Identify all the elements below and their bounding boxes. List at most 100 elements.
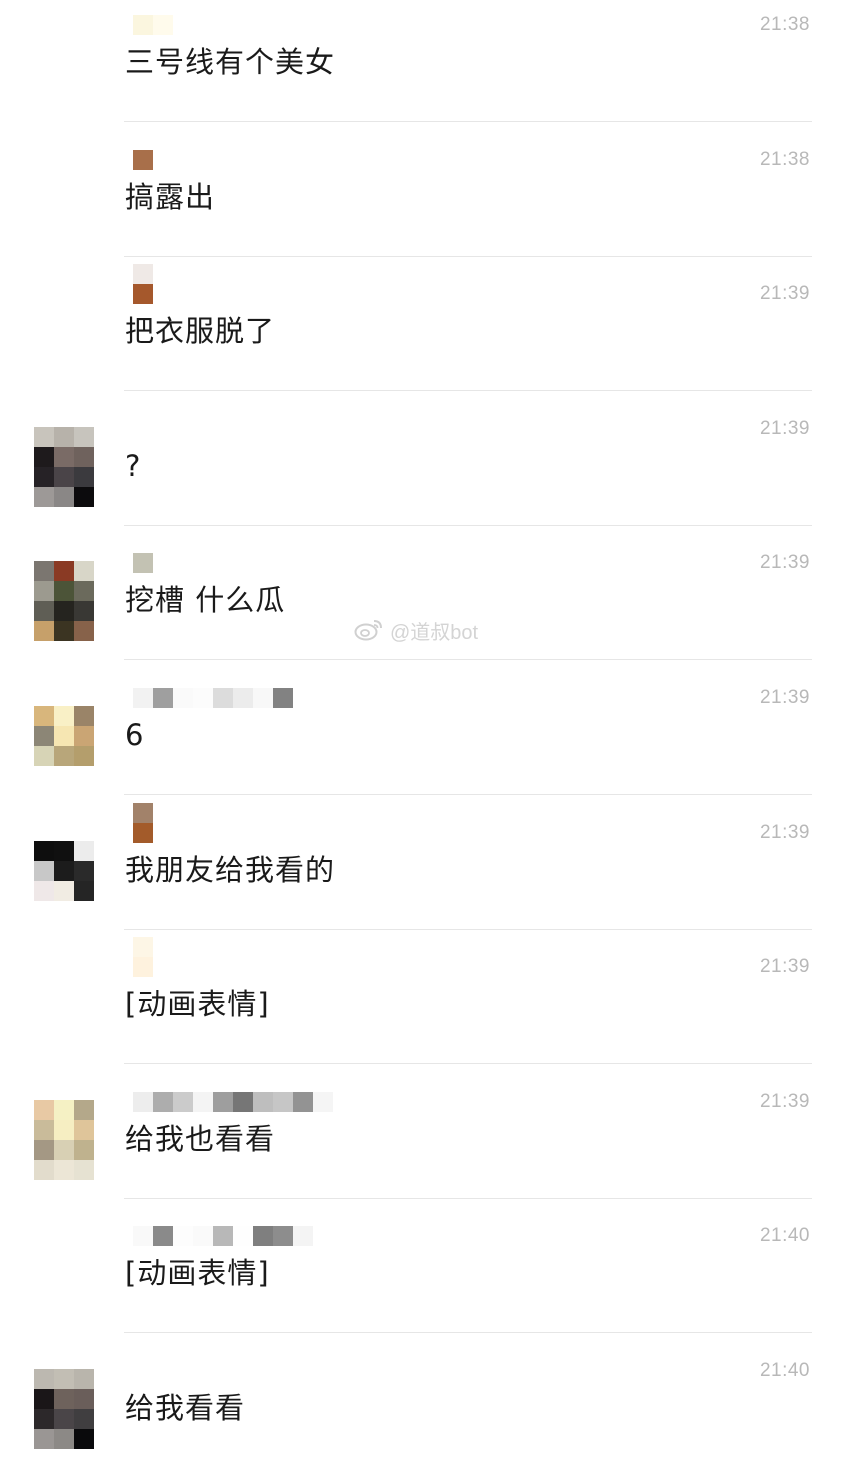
avatar-pixel [34,746,54,766]
chat-message-row[interactable]: ? 21:39 [0,391,854,526]
weibo-watermark: @道叔bot [354,616,478,644]
avatar-pixel [34,581,54,602]
avatar-pixel [34,1429,54,1449]
weibo-logo-icon [354,620,382,641]
avatar-pixel [74,1429,94,1449]
sender-pixel [133,553,153,574]
avatar-pixel [54,840,74,861]
sender-pixel [133,802,153,823]
chat-message-row[interactable]: [动画表情] 21:39 [0,929,854,1065]
avatar-pixel [34,446,54,467]
sender-pixel [193,1091,213,1112]
avatar-pixel [54,1119,74,1140]
avatar-pixel [34,466,54,487]
avatar-pixel [74,746,94,766]
avatar[interactable] [34,706,94,766]
avatar-pixel [54,1409,74,1429]
chat-message-row[interactable]: [动画表情] 21:40 [0,1198,854,1334]
avatar-pixel [34,1409,54,1429]
sender-pixel [133,284,153,305]
sender-pixel [193,1226,213,1247]
avatar-pixel [74,1119,94,1140]
sender-pixel [133,264,153,285]
avatar-pixel [74,1389,94,1409]
watermark-text: @道叔bot [390,621,479,644]
sender-pixel [213,688,233,708]
sender-pixel [173,1226,193,1247]
chat-message-row[interactable]: 给我也看看 21:39 [0,1064,854,1199]
message-text: 给我看看 [125,1391,246,1425]
avatar-pixel [74,726,94,746]
avatar-pixel [54,1369,74,1389]
avatar-pixel [54,746,74,766]
avatar-pixel [54,426,74,447]
avatar-pixel [74,1159,94,1180]
sender-pixel [173,688,193,708]
avatar-pixel [34,1389,54,1409]
message-text: 挖槽 什么瓜 [125,583,286,618]
sender-pixel [153,688,173,708]
avatar-pixel [54,880,74,901]
message-time: 21:39 [759,552,810,574]
avatar-pixel [34,726,54,746]
sender-pixel [133,15,153,35]
sender-pixel [153,1226,173,1247]
avatar[interactable] [34,1369,94,1449]
avatar-pixel [34,561,54,582]
avatar-pixel [54,561,74,582]
avatar-pixel [74,621,94,642]
sender-pixel [153,1091,173,1112]
chat-message-row[interactable]: 搞露出 21:38 [0,122,854,257]
avatar-pixel [34,1099,54,1120]
sender-pixel [233,688,253,708]
avatar-pixel [34,1119,54,1140]
avatar-pixel [54,466,74,487]
avatar-pixel [74,840,94,861]
avatar[interactable] [34,840,94,901]
chat-message-row[interactable]: 把衣服脱了 21:39 [0,256,854,392]
message-text: 三号线有个美女 [125,45,336,79]
sender-pixel [133,957,153,978]
sender-pixel [293,1091,313,1112]
avatar-pixel [54,601,74,622]
message-text: 把衣服脱了 [125,314,276,349]
avatar-pixel [54,581,74,602]
chat-message-row[interactable]: 我朋友给我看的 21:39 [0,795,854,930]
sender-pixel [133,822,153,843]
avatar[interactable] [34,426,94,507]
avatar-pixel [74,581,94,602]
avatar-pixel [34,1369,54,1389]
avatar-pixel [34,880,54,901]
sender-pixel [253,1091,273,1112]
message-text: ? [125,448,142,483]
message-time: 21:39 [759,956,810,978]
avatar-pixel [74,466,94,487]
avatar[interactable] [34,561,94,642]
sender-pixel [273,1226,293,1247]
avatar[interactable] [34,1099,94,1180]
sender-pixel [133,1226,153,1247]
avatar-pixel [74,706,94,726]
message-time: 21:39 [759,417,810,439]
avatar-pixel [34,486,54,507]
avatar-pixel [74,860,94,881]
avatar-pixel [74,601,94,622]
avatar-pixel [74,1099,94,1120]
avatar-pixel [74,1369,94,1389]
sender-pixel [233,1226,253,1247]
avatar-pixel [34,426,54,447]
avatar-pixel [34,1159,54,1180]
message-time: 21:39 [759,687,810,708]
message-time: 21:39 [759,821,810,843]
avatar-pixel [54,621,74,642]
sender-pixel [233,1091,253,1112]
chat-message-row[interactable]: 6 21:39 [0,660,854,795]
sender-pixel [173,1091,193,1112]
avatar-pixel [34,706,54,726]
avatar-pixel [74,1409,94,1429]
chat-message-row[interactable]: 给我看看 21:40 [0,1333,854,1468]
chat-message-row[interactable]: 三号线有个美女 21:38 [0,0,854,122]
message-text: 搞露出 [125,179,216,214]
avatar-pixel [54,860,74,881]
message-time: 21:38 [759,148,810,170]
